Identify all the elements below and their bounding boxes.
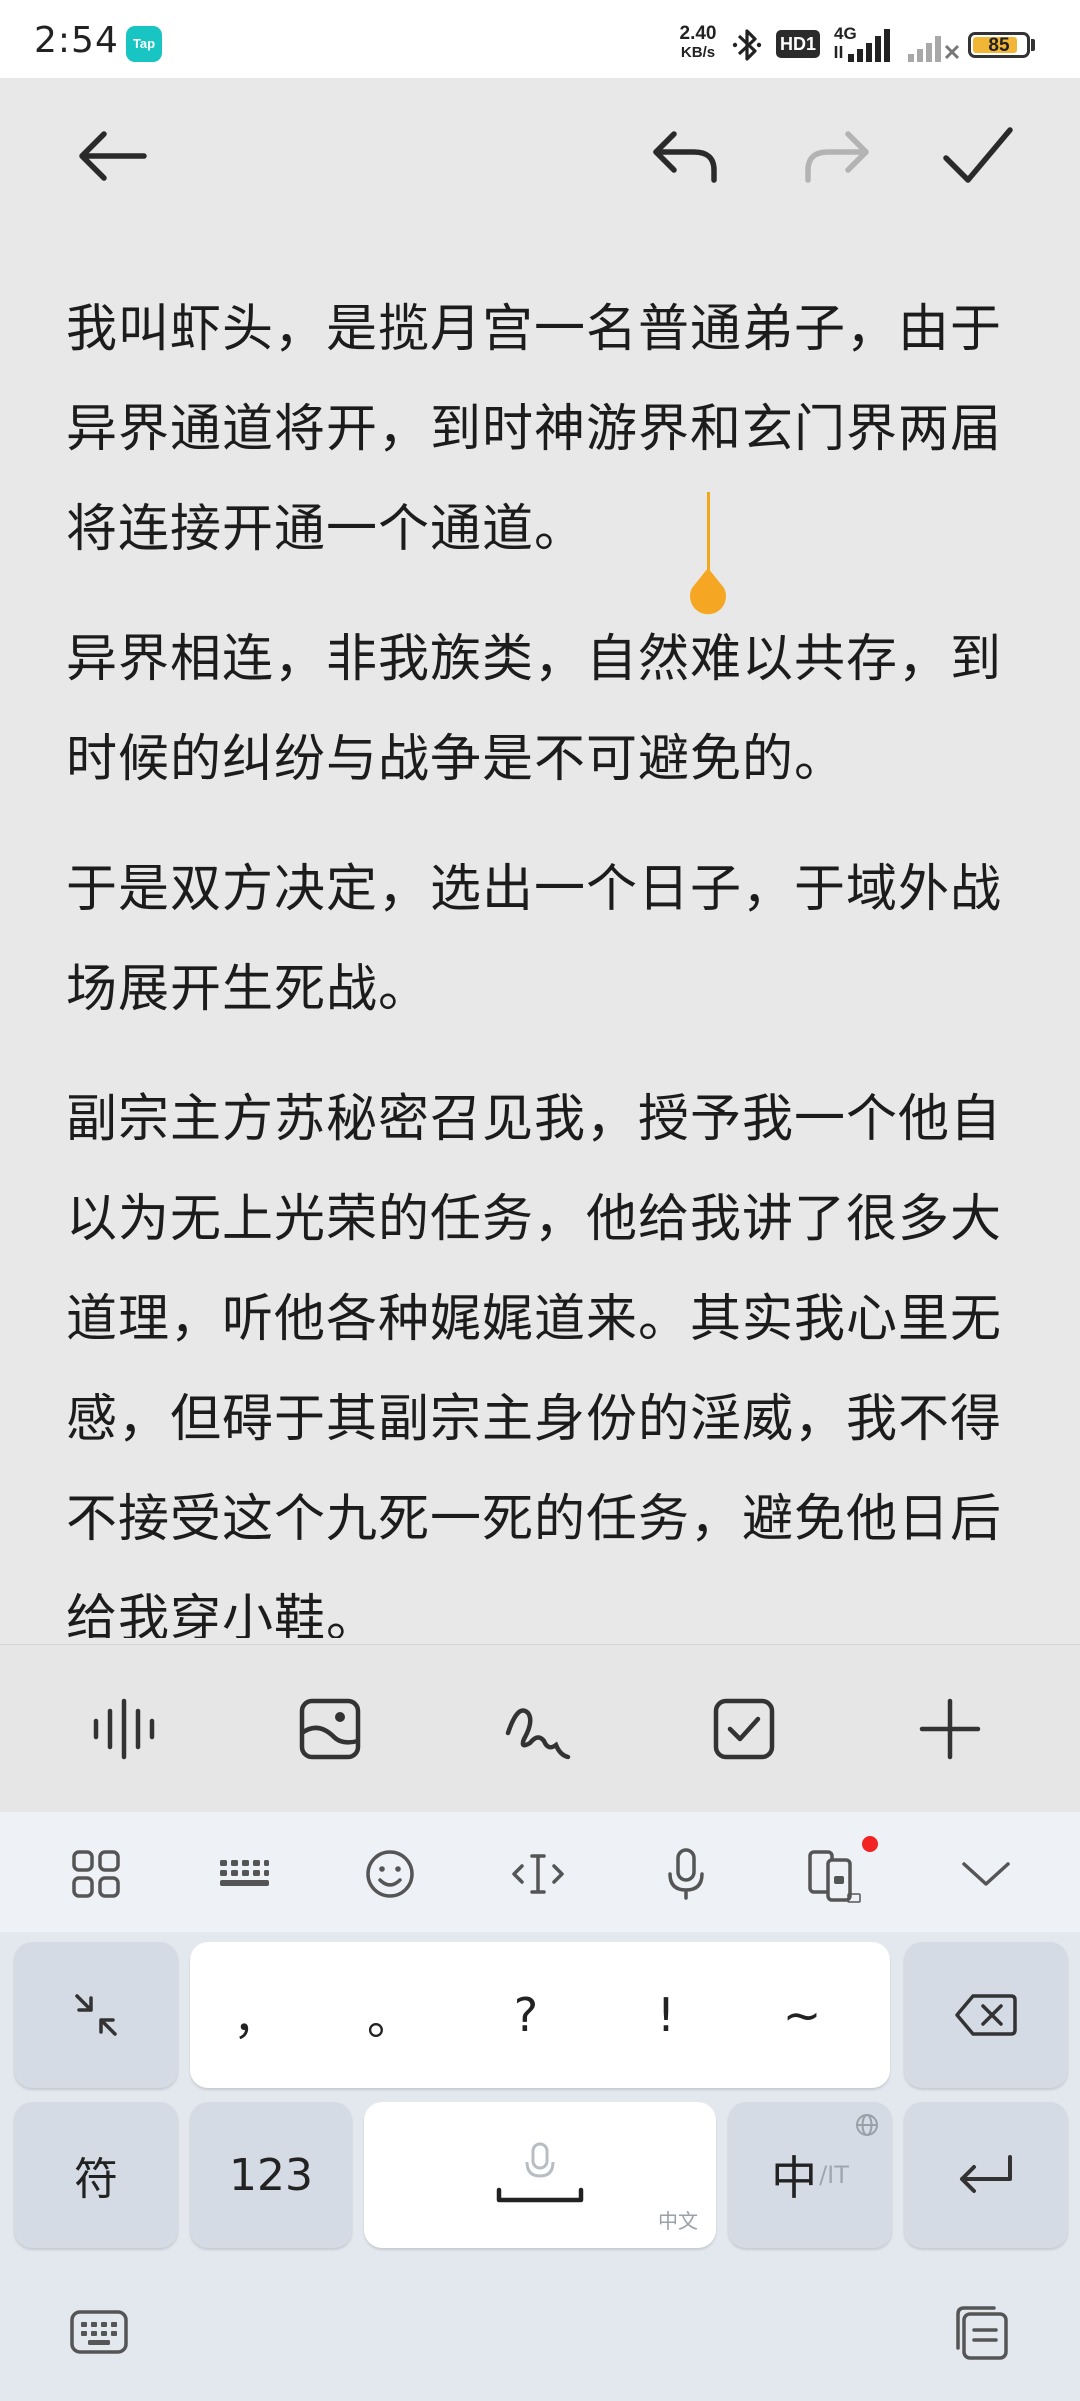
undo-icon xyxy=(653,131,717,183)
chevron-down-icon xyxy=(962,1862,1010,1886)
cursor-move-button[interactable] xyxy=(506,1842,570,1906)
exclamation-key[interactable]: ! xyxy=(606,1942,726,2088)
draw-button[interactable] xyxy=(500,1693,572,1765)
keyboard-layout-button[interactable] xyxy=(212,1842,276,1906)
plus-icon xyxy=(919,1698,981,1760)
network-speed: 2.40 KB/s xyxy=(670,24,726,62)
symbol-key-label: 符 xyxy=(74,2154,118,2205)
enter-key[interactable] xyxy=(904,2102,1068,2248)
note-editor[interactable]: 我叫虾头，是揽月宫一名普通弟子，由于异界通道将开，到时神游界和玄门界两届将连接开… xyxy=(66,280,1006,1638)
status-bar: 2:54 Tap 2.40 KB/s HD1 4G 85 xyxy=(0,0,1080,78)
language-key-sub: /IT xyxy=(819,2161,849,2189)
space-key[interactable]: 中文 xyxy=(364,2102,716,2248)
space-mic-icon xyxy=(496,2142,584,2203)
collapse-key[interactable] xyxy=(14,1942,178,2088)
insert-image-button[interactable] xyxy=(294,1693,366,1765)
collapse-arrows-icon xyxy=(75,1994,117,2036)
language-switch-key[interactable]: 中/IT xyxy=(728,2102,892,2248)
tilde-key[interactable]: ~ xyxy=(742,1942,862,2088)
note-paragraph-3[interactable]: 于是双方决定，选出一个日子，于域外战场展开生死战。 xyxy=(66,840,1006,1040)
check-icon xyxy=(943,127,1013,183)
signal-no-service-icon xyxy=(908,36,960,62)
redo-icon xyxy=(805,131,869,183)
globe-icon xyxy=(856,2114,878,2136)
battery-nub xyxy=(1031,39,1035,51)
arrow-left-icon xyxy=(79,131,147,181)
enter-key-label xyxy=(904,2102,1068,2248)
clipboard-button[interactable] xyxy=(948,2300,1014,2366)
switch-keyboard-button[interactable] xyxy=(66,2300,132,2366)
tap-app-icon: Tap xyxy=(126,26,162,62)
space-key-sublabel: 中文 xyxy=(658,2209,698,2233)
note-paragraph-2[interactable]: 异界相连，非我族类，自然难以共存，到时候的纠纷与战争是不可避免的。 xyxy=(66,610,1006,810)
network-type: 4G xyxy=(834,24,857,43)
back-button[interactable] xyxy=(64,108,160,204)
backspace-key-label xyxy=(904,1942,1068,2088)
backspace-icon xyxy=(955,1994,1017,2036)
keyboard-menu-button[interactable] xyxy=(64,1842,128,1906)
enter-icon xyxy=(960,2155,1012,2193)
screen: 2:54 Tap 2.40 KB/s HD1 4G 85 我叫虾头，是揽月宫一名… xyxy=(0,0,1080,2401)
redo-button[interactable] xyxy=(788,108,884,204)
voice-input-button[interactable] xyxy=(654,1842,718,1906)
scribble-icon xyxy=(505,1708,571,1760)
status-time: 2:54 xyxy=(34,20,119,61)
keyboard-toolbar xyxy=(0,1812,1080,1932)
audio-button[interactable] xyxy=(88,1693,160,1765)
period-key[interactable]: 。 xyxy=(330,1942,450,2088)
ai-assistant-button[interactable] xyxy=(802,1842,866,1906)
symbol-key[interactable]: 符 xyxy=(14,2102,178,2248)
punctuation-key-row: ， 。 ? ! ~ xyxy=(190,1942,890,2088)
emoji-button[interactable] xyxy=(358,1842,422,1906)
battery-icon: 85 xyxy=(968,32,1030,58)
hide-keyboard-button[interactable] xyxy=(954,1842,1018,1906)
audio-wave-icon xyxy=(93,1698,155,1760)
keyboard-icon xyxy=(220,1860,269,1886)
number-key-label: 123 xyxy=(229,2149,313,2201)
note-tools-bar xyxy=(0,1644,1080,1813)
undo-button[interactable] xyxy=(638,108,734,204)
confirm-button[interactable] xyxy=(930,108,1026,204)
keyboard-switch-icon xyxy=(70,2310,128,2354)
comma-key[interactable]: ， xyxy=(196,1942,316,2088)
network-speed-value: 2.40 xyxy=(679,23,717,44)
phone-ai-icon xyxy=(808,1850,861,1903)
cursor-handle-icon[interactable] xyxy=(686,568,730,618)
number-key[interactable]: 123 xyxy=(190,2102,352,2248)
clipboard-icon xyxy=(956,2306,1008,2360)
question-key[interactable]: ? xyxy=(466,1942,586,2088)
language-key-main: 中 xyxy=(771,2151,818,2205)
signal-strength-icon: 4G xyxy=(834,24,890,62)
cursor-move-icon xyxy=(512,1854,564,1894)
note-paragraph-1[interactable]: 我叫虾头，是揽月宫一名普通弟子，由于异界通道将开，到时神游界和玄门界两届将连接开… xyxy=(66,280,1006,580)
bluetooth-icon xyxy=(732,29,762,61)
image-icon xyxy=(299,1698,361,1760)
checkbox-icon xyxy=(713,1698,775,1760)
note-paragraph-4[interactable]: 副宗主方苏秘密召见我，授予我一个他自以为无上光荣的任务，他给我讲了很多大道理，听… xyxy=(66,1070,1006,1638)
text-cursor xyxy=(707,492,710,576)
emoji-icon xyxy=(366,1850,414,1898)
microphone-icon xyxy=(668,1848,704,1900)
battery-level: 85 xyxy=(988,35,1010,56)
collapse-key-label xyxy=(14,1942,178,2088)
add-button[interactable] xyxy=(914,1693,986,1765)
editor-toolbar xyxy=(0,78,1080,238)
checklist-button[interactable] xyxy=(708,1693,780,1765)
backspace-key[interactable] xyxy=(904,1942,1068,2088)
network-speed-unit: KB/s xyxy=(680,44,716,61)
notification-dot xyxy=(862,1836,878,1852)
ime-keyboard: ， 。 ? ! ~ 符 123 中文 中 /IT xyxy=(0,1812,1080,2401)
hd-badge: HD1 xyxy=(776,30,820,58)
grid-icon xyxy=(72,1850,120,1898)
